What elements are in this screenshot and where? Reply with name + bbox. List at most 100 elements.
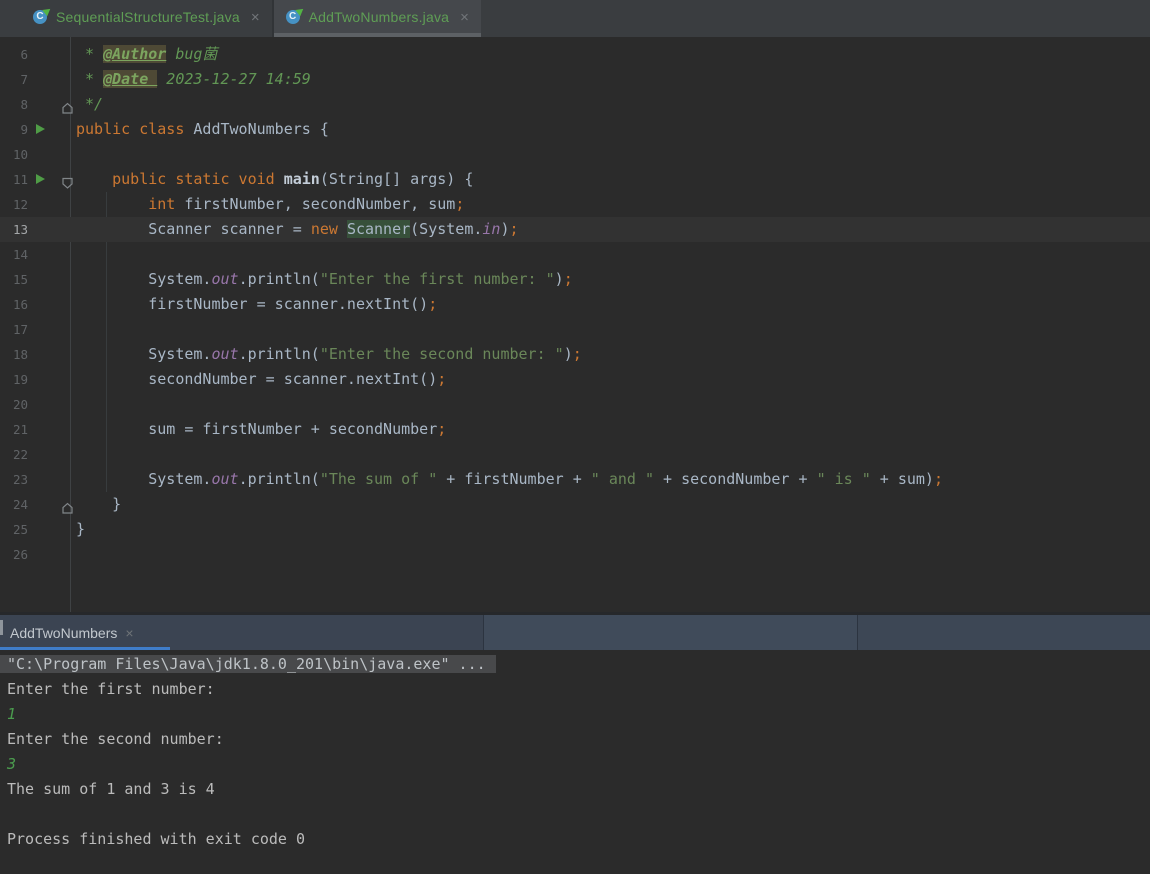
gutter-icons bbox=[30, 167, 76, 192]
console-line: Enter the first number: bbox=[0, 677, 1150, 702]
tab-bar-spacer bbox=[0, 0, 21, 37]
gutter-icons bbox=[30, 292, 76, 317]
code-text: public class AddTwoNumbers { bbox=[76, 120, 329, 138]
gutter-icons bbox=[30, 442, 76, 467]
line-number: 12 bbox=[12, 197, 28, 212]
code-line: 19 secondNumber = scanner.nextInt(); bbox=[0, 367, 1150, 392]
code-line: 25} bbox=[0, 517, 1150, 542]
line-number: 6 bbox=[20, 47, 28, 62]
line-number: 26 bbox=[12, 547, 28, 562]
run-line-icon[interactable] bbox=[36, 174, 45, 184]
code-editor[interactable]: 6 * @Author bug菌 7 * @Date 2023-12-27 14:… bbox=[0, 37, 1150, 612]
line-number: 22 bbox=[12, 447, 28, 462]
gutter-icons bbox=[30, 542, 76, 567]
code-text: } bbox=[76, 520, 86, 538]
code-line: 8 */ bbox=[0, 92, 1150, 117]
close-icon[interactable]: × bbox=[251, 10, 260, 25]
console-lines: "C:\Program Files\Java\jdk1.8.0_201\bin\… bbox=[0, 652, 1150, 852]
code-line: 15 System.out.println("Enter the first n… bbox=[0, 267, 1150, 292]
console-output-text: Process finished with exit code 0 bbox=[7, 830, 306, 848]
code-line: 7 * @Date 2023-12-27 14:59 bbox=[0, 67, 1150, 92]
code-text: int firstNumber, secondNumber, sum; bbox=[148, 195, 465, 213]
console-line: 1 bbox=[0, 702, 1150, 727]
line-number: 13 bbox=[12, 222, 28, 237]
line-number: 16 bbox=[12, 297, 28, 312]
code-text: System.out.println("Enter the first numb… bbox=[76, 270, 573, 288]
console-line: The sum of 1 and 3 is 4 bbox=[0, 777, 1150, 802]
run-line-icon[interactable] bbox=[36, 124, 45, 134]
code-line: 14 bbox=[0, 242, 1150, 267]
gutter-icons bbox=[30, 142, 76, 167]
gutter-icons bbox=[30, 67, 76, 92]
tab-label: SequentialStructureTest.java bbox=[56, 9, 240, 25]
line-number: 14 bbox=[12, 247, 28, 262]
run-header-segment bbox=[483, 615, 857, 650]
gutter-icons bbox=[30, 517, 76, 542]
code-text: public static void main(String[] args) { bbox=[112, 170, 474, 188]
editor-tab-sequentialstructuretest[interactable]: C SequentialStructureTest.java × bbox=[21, 0, 274, 37]
code-text: secondNumber = scanner.nextInt(); bbox=[76, 370, 447, 388]
gutter-icons bbox=[30, 492, 76, 517]
editor-tab-addtwonumbers[interactable]: C AddTwoNumbers.java × bbox=[273, 0, 481, 37]
code-line: 6 * @Author bug菌 bbox=[0, 42, 1150, 67]
console-user-input: 1 bbox=[7, 705, 17, 723]
line-number: 8 bbox=[20, 97, 28, 112]
code-text: sum = firstNumber + secondNumber; bbox=[76, 420, 447, 438]
run-header-segment bbox=[857, 615, 1150, 650]
gutter-icons bbox=[30, 417, 76, 442]
fold-up-icon[interactable] bbox=[61, 98, 74, 114]
console-line: Process finished with exit code 0 bbox=[0, 827, 1150, 852]
gutter-icons bbox=[30, 92, 76, 117]
line-number: 17 bbox=[12, 322, 28, 337]
line-number: 15 bbox=[12, 272, 28, 287]
gutter-icons bbox=[30, 467, 76, 492]
console-output-text: Enter the second number: bbox=[7, 730, 233, 748]
code-line: 10 bbox=[0, 142, 1150, 167]
code-line: 22 bbox=[0, 442, 1150, 467]
editor-lines: 6 * @Author bug菌 7 * @Date 2023-12-27 14:… bbox=[0, 42, 1150, 567]
code-line: 11 public static void main(String[] args… bbox=[0, 167, 1150, 192]
code-line: 12 int firstNumber, secondNumber, sum; bbox=[0, 192, 1150, 217]
code-text: * @Date 2023-12-27 14:59 bbox=[76, 70, 311, 88]
code-text: */ bbox=[76, 95, 104, 113]
line-number: 19 bbox=[12, 372, 28, 387]
run-console[interactable]: "C:\Program Files\Java\jdk1.8.0_201\bin\… bbox=[0, 650, 1150, 874]
fold-down-icon[interactable] bbox=[61, 173, 74, 189]
gutter-icons bbox=[30, 42, 76, 67]
line-number: 24 bbox=[12, 497, 28, 512]
console-command-line: "C:\Program Files\Java\jdk1.8.0_201\bin\… bbox=[7, 655, 486, 673]
tab-label: AddTwoNumbers.java bbox=[308, 9, 450, 25]
editor-tab-bar: C SequentialStructureTest.java × C AddTw… bbox=[0, 0, 1150, 37]
fold-up-icon[interactable] bbox=[61, 498, 74, 514]
run-tool-window-header: AddTwoNumbers × bbox=[0, 612, 1150, 650]
console-output-text: Enter the first number: bbox=[7, 680, 224, 698]
code-line: 24 } bbox=[0, 492, 1150, 517]
code-line: 20 bbox=[0, 392, 1150, 417]
code-line: 26 bbox=[0, 542, 1150, 567]
line-number: 9 bbox=[20, 122, 28, 137]
line-number: 21 bbox=[12, 422, 28, 437]
gutter-icons bbox=[30, 342, 76, 367]
close-icon[interactable]: × bbox=[125, 625, 133, 641]
console-line: "C:\Program Files\Java\jdk1.8.0_201\bin\… bbox=[0, 652, 1150, 677]
code-text: System.out.println("Enter the second num… bbox=[76, 345, 582, 363]
code-text: Scanner scanner = new Scanner(System.in)… bbox=[76, 220, 519, 238]
run-tab-addtwonumbers[interactable]: AddTwoNumbers × bbox=[0, 615, 170, 650]
gutter-icons bbox=[30, 367, 76, 392]
line-number: 18 bbox=[12, 347, 28, 362]
code-text: } bbox=[76, 495, 122, 513]
java-class-icon: C bbox=[33, 5, 53, 25]
console-line: 3 bbox=[0, 752, 1150, 777]
code-line: 9 public class AddTwoNumbers { bbox=[0, 117, 1150, 142]
code-text: * @Author bug菌 bbox=[76, 45, 218, 63]
close-icon[interactable]: × bbox=[460, 10, 469, 25]
gutter-icons bbox=[30, 392, 76, 417]
gutter-icons bbox=[30, 192, 76, 217]
gutter-icons bbox=[30, 317, 76, 342]
code-text: firstNumber = scanner.nextInt(); bbox=[76, 295, 438, 313]
code-text: System.out.println("The sum of " + first… bbox=[76, 470, 943, 488]
line-number: 11 bbox=[12, 172, 28, 187]
console-user-input: 3 bbox=[7, 755, 17, 773]
gutter-icons bbox=[30, 117, 76, 142]
